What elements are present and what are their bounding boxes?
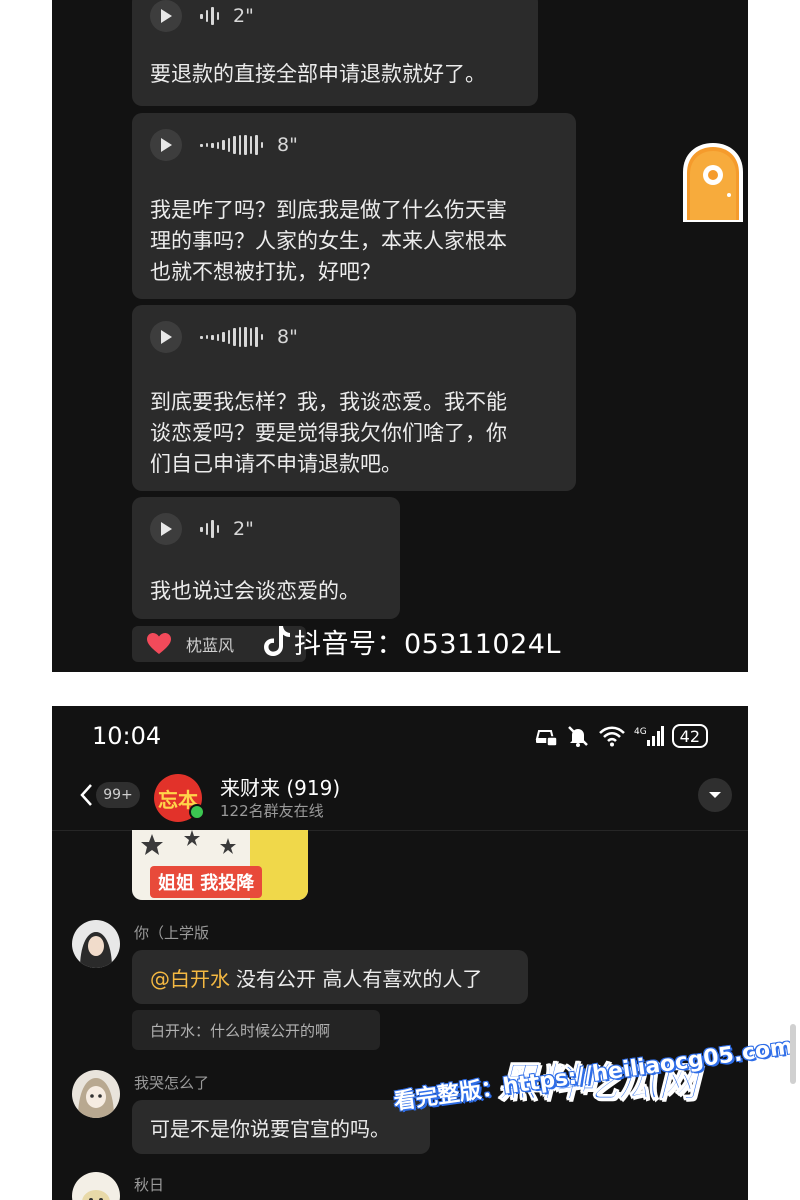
message-text: 没有公开 高人有喜欢的人了	[236, 966, 483, 991]
douyin-id: 抖音号：05311024L	[294, 629, 561, 660]
battery-indicator: 42	[671, 724, 708, 748]
chevron-down-icon	[709, 792, 721, 798]
mention-tag[interactable]: @白开水	[150, 963, 230, 992]
play-icon[interactable]	[150, 321, 182, 353]
sender-name: 我哭怎么了	[134, 1074, 210, 1092]
more-menu-button[interactable]	[698, 778, 732, 812]
voice-player[interactable]: 2"	[150, 0, 254, 32]
sender-name: 秋日	[134, 1176, 165, 1194]
voice-message[interactable]: 8" 到底要我怎样？我，我谈恋爱。我不能 谈恋爱吗？要是觉得我欠你们啥了，你 们…	[132, 305, 576, 491]
avatar[interactable]	[72, 1172, 120, 1200]
unread-badge[interactable]: 99+	[96, 782, 140, 808]
voice-transcript: 我也说过会谈恋爱的。	[150, 579, 360, 603]
waveform-icon	[200, 519, 219, 539]
voice-message[interactable]: 2" 我也说过会谈恋爱的。	[132, 497, 400, 619]
waveform-icon	[200, 6, 219, 26]
play-icon[interactable]	[150, 513, 182, 545]
sticker-caption: 姐姐 我投降	[150, 866, 263, 898]
message-bubble[interactable]: 可是不是你说要官宣的吗。	[132, 1100, 430, 1154]
star-pattern-icon	[141, 830, 236, 855]
status-icons: 4G 42	[534, 724, 708, 748]
car-mode-icon	[535, 730, 558, 747]
door-icon[interactable]	[680, 140, 746, 224]
group-chat-screenshot: 10:04 4G 42 99+ 忘本 来财来 (919) 122名群友在线 姐姐…	[52, 706, 748, 1200]
back-icon[interactable]	[78, 782, 94, 808]
voice-message[interactable]: 8" 我是咋了吗？到底我是做了什么伤天害 理的事吗？人家的女生，本来人家根本 也…	[132, 113, 576, 299]
status-time: 10:04	[92, 722, 162, 750]
waveform-icon	[200, 327, 263, 347]
svg-text:4G: 4G	[634, 727, 647, 737]
avatar[interactable]	[72, 1070, 120, 1118]
scrollbar[interactable]	[790, 1024, 796, 1084]
wifi-icon	[598, 726, 625, 747]
voice-duration: 2"	[233, 5, 254, 27]
voice-transcript: 要退款的直接全部申请退款就好了。	[150, 62, 486, 86]
voice-transcript: 到底要我怎样？我，我谈恋爱。我不能 谈恋爱吗？要是觉得我欠你们啥了，你 们自己申…	[150, 390, 507, 476]
group-name[interactable]: 来财来 (919)	[220, 772, 340, 801]
heart-icon	[147, 633, 171, 654]
waveform-icon	[200, 135, 263, 155]
voice-player[interactable]: 8"	[150, 321, 298, 353]
douyin-logo-icon	[264, 626, 290, 656]
avatar[interactable]	[72, 920, 120, 968]
voice-player[interactable]: 2"	[150, 513, 254, 545]
quoted-reply[interactable]: 白开水：什么时候公开的啊	[132, 1010, 380, 1050]
mute-bell-icon	[567, 726, 588, 747]
sticker-image[interactable]: 姐姐 我投降	[132, 830, 308, 900]
voice-duration: 8"	[277, 134, 298, 156]
message-text: 可是不是你说要官宣的吗。	[150, 1116, 390, 1141]
message-bubble[interactable]: @白开水 没有公开 高人有喜欢的人了	[132, 950, 528, 1004]
voice-player[interactable]: 8"	[150, 129, 298, 161]
sender-name: 你（上学版	[134, 924, 210, 942]
play-icon[interactable]	[150, 129, 182, 161]
reaction-user: 枕蓝风	[186, 636, 235, 655]
play-icon[interactable]	[150, 0, 182, 32]
online-count: 122名群友在线	[220, 802, 324, 820]
voice-message[interactable]: 2" 要退款的直接全部申请退款就好了。	[132, 0, 538, 106]
top-chat-screenshot: 2" 要退款的直接全部申请退款就好了。 8" 我是咋了吗？到底我是做了什么伤天害…	[52, 0, 748, 672]
voice-duration: 8"	[277, 326, 298, 348]
voice-duration: 2"	[233, 518, 254, 540]
4g-signal-icon: 4G	[634, 726, 664, 746]
voice-transcript: 我是咋了吗？到底我是做了什么伤天害 理的事吗？人家的女生，本来人家根本 也就不想…	[150, 198, 507, 284]
online-indicator	[189, 804, 205, 820]
